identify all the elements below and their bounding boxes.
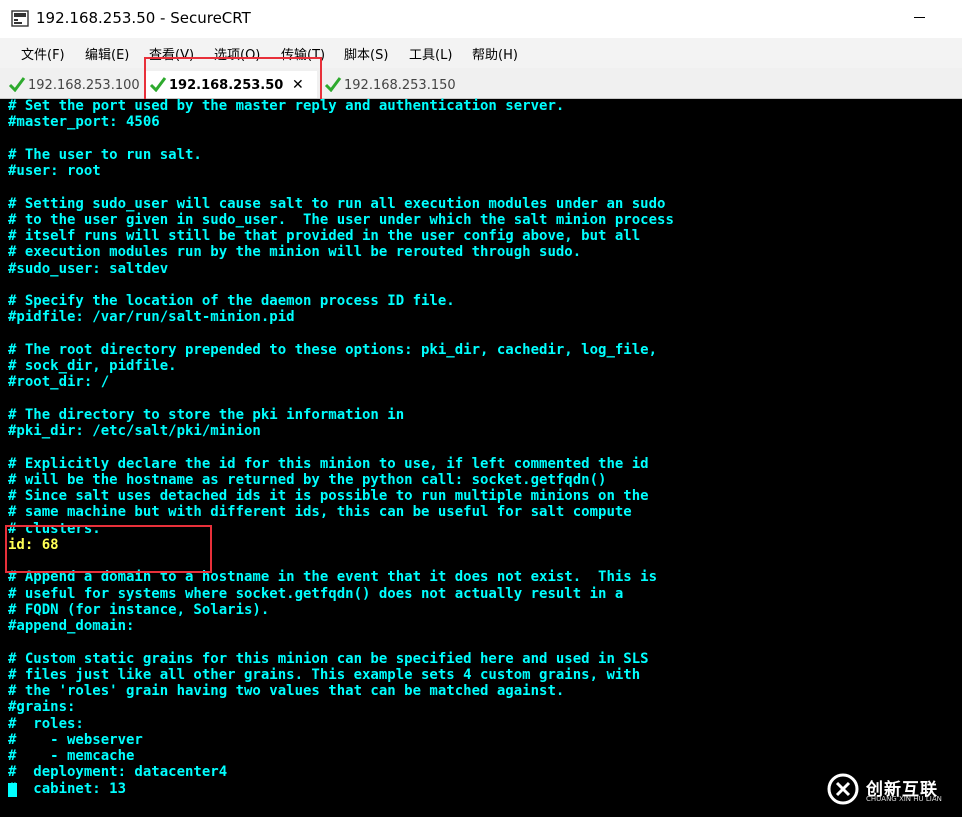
terminal-line: # Since salt uses detached ids it is pos… bbox=[8, 488, 649, 504]
watermark-logo: 创新互联 CHUANG XIN HU LIAN bbox=[826, 772, 958, 808]
title-bar: 192.168.253.50 - SecureCRT bbox=[0, 0, 962, 38]
terminal-line: # - webserver bbox=[8, 731, 143, 748]
tab-label: 192.168.253.100 bbox=[28, 78, 140, 93]
terminal-line: # The user to run salt. bbox=[8, 146, 202, 163]
terminal-line: # execution modules run by the minion wi… bbox=[8, 244, 582, 261]
terminal-line: #root_dir: / bbox=[8, 374, 110, 391]
terminal-line: # FQDN (for instance, Solaris). bbox=[8, 601, 270, 618]
terminal-line: # Custom static grains for this minion c… bbox=[8, 650, 649, 667]
terminal-line: #pki_dir: /etc/salt/pki/minion bbox=[8, 423, 261, 439]
terminal-line: # useful for systems where socket.getfqd… bbox=[8, 585, 624, 602]
menu-file[interactable]: 文件(F) bbox=[21, 44, 65, 63]
terminal-cursor bbox=[8, 783, 17, 797]
terminal-line: # roles: bbox=[8, 715, 84, 732]
menu-edit[interactable]: 编辑(E) bbox=[85, 44, 129, 63]
window-title: 192.168.253.50 - SecureCRT bbox=[36, 9, 251, 27]
terminal-line: # The root directory prepended to these … bbox=[8, 341, 658, 358]
terminal-line: #append_domain: bbox=[8, 618, 135, 634]
securecrt-app-icon bbox=[11, 10, 29, 27]
terminal-line: # Setting sudo_user will cause salt to r… bbox=[8, 195, 666, 212]
terminal-line: # Set the port used by the master reply … bbox=[8, 98, 565, 114]
terminal-line: # The directory to store the pki informa… bbox=[8, 406, 405, 423]
terminal-line: # - memcache bbox=[8, 748, 135, 764]
terminal-line: # files just like all other grains. This… bbox=[8, 666, 641, 683]
terminal-line: # Specify the location of the daemon pro… bbox=[8, 293, 455, 309]
terminal-line: # to the user given in sudo_user. The us… bbox=[8, 211, 674, 228]
menu-tools[interactable]: 工具(L) bbox=[409, 44, 452, 63]
terminal-line: # cabinet: 13 bbox=[8, 780, 127, 797]
menu-script[interactable]: 脚本(S) bbox=[344, 44, 388, 63]
menu-help[interactable]: 帮助(H) bbox=[472, 44, 518, 63]
terminal-line: # will be the hostname as returned by th… bbox=[8, 471, 607, 488]
terminal-line: #sudo_user: saltdev bbox=[8, 260, 169, 277]
tab-session-150[interactable]: 192.168.253.150 bbox=[320, 71, 460, 98]
terminal-line: # same machine but with different ids, t… bbox=[8, 504, 632, 521]
terminal-line: #user: root bbox=[8, 163, 101, 179]
terminal-line: # deployment: datacenter4 bbox=[8, 764, 228, 781]
minimize-button[interactable] bbox=[908, 8, 932, 28]
tab-label: 192.168.253.150 bbox=[344, 78, 456, 93]
terminal-line: # the 'roles' grain having two values th… bbox=[8, 683, 565, 699]
terminal-line: #pidfile: /var/run/salt-minion.pid bbox=[8, 309, 295, 326]
logo-icon bbox=[827, 773, 859, 805]
connected-check-icon bbox=[324, 77, 342, 92]
terminal-line: # itself runs will still be that provide… bbox=[8, 228, 641, 244]
terminal-line: # sock_dir, pidfile. bbox=[8, 358, 177, 374]
terminal-line: #master_port: 4506 bbox=[8, 114, 160, 131]
connected-check-icon bbox=[8, 77, 26, 92]
terminal-line: #grains: bbox=[8, 699, 76, 716]
tab-session-100[interactable]: 192.168.253.100 bbox=[4, 71, 140, 98]
terminal-line: # Explicitly declare the id for this min… bbox=[8, 455, 649, 472]
id-line-highlight-box bbox=[5, 525, 212, 573]
watermark-subtext: CHUANG XIN HU LIAN bbox=[866, 795, 942, 803]
